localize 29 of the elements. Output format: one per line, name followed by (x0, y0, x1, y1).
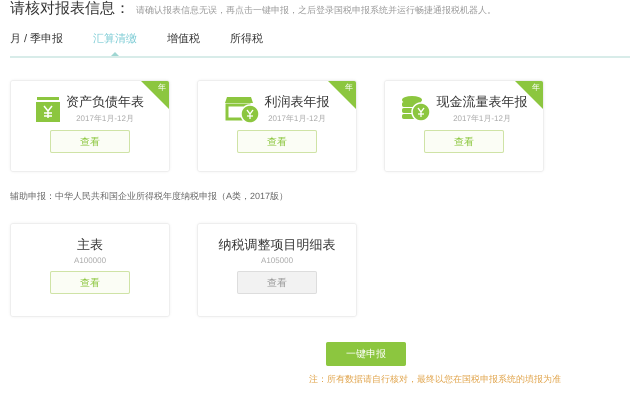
corner-label: 年 (158, 82, 166, 93)
ledger-icon (36, 96, 60, 122)
report-code: A100000 (74, 256, 106, 265)
tab[interactable]: 汇算清缴 (93, 30, 138, 56)
submit-button[interactable]: 一键申报 (326, 342, 406, 366)
tab[interactable]: 月 / 季申报 (10, 30, 64, 56)
tab[interactable]: 增值税 (167, 30, 200, 56)
report-period: 2017年1月-12月 (76, 113, 134, 124)
report-title: 纳税调整项目明细表 (218, 236, 336, 254)
report-period: 2017年1月-12月 (268, 113, 326, 124)
report-title: 主表 (77, 236, 103, 254)
view-button[interactable]: 查看 (50, 271, 130, 294)
page-title: 请核对报表信息： (10, 0, 130, 18)
tab[interactable]: 所得税 (230, 30, 264, 56)
corner-label: 年 (532, 82, 540, 93)
corner-label: 年 (345, 82, 353, 93)
view-button[interactable]: 查看 (237, 130, 317, 153)
shop-coin-icon (224, 94, 258, 122)
note-text: 注：所有数据请自行核对，最终以您在国税申报系统的填报为准 (309, 373, 561, 386)
report-code: A105000 (260, 256, 294, 265)
view-button[interactable]: 查看 (424, 130, 504, 153)
auxiliary-label: 辅助申报：中华人民共和国企业所得税年度纳税申报（A类，2017版） (10, 190, 290, 203)
coins-icon (400, 94, 430, 122)
report-title: 现金流量表年报 (436, 93, 528, 111)
report-title: 资产负债年表 (66, 93, 144, 111)
report-title: 利润表年报 (264, 93, 330, 111)
report-period: 2017年1月-12月 (453, 113, 511, 124)
instruction-text: 请确认报表信息无误，再点击一键申报，之后登录国税申报系统并运行畅捷通报税机器人。 (136, 4, 496, 17)
view-button[interactable]: 查看 (50, 130, 130, 153)
